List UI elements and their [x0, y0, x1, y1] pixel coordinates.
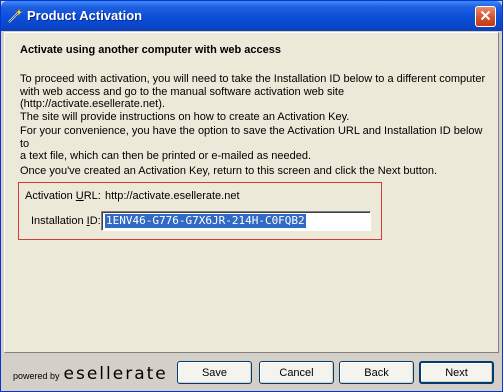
instructions-paragraph: To proceed with activation, you will nee… — [20, 73, 486, 123]
activation-panel: Activate using another computer with web… — [4, 32, 499, 353]
product-activation-window: Product Activation Activate using anothe… — [0, 0, 503, 392]
save-option-paragraph: For your convenience, you have the optio… — [20, 125, 483, 162]
esellerate-logo: esellerate — [63, 364, 168, 384]
wand-icon — [7, 8, 24, 24]
back-button[interactable]: Back — [339, 361, 414, 384]
close-icon — [480, 10, 491, 24]
brand: powered by esellerate — [13, 364, 168, 384]
activation-url-label: Activation URL: — [25, 190, 101, 202]
close-button[interactable] — [475, 6, 496, 27]
installation-id-field[interactable]: 1ENV46-G776-G7X6JR-214H-C0FQB2 — [101, 211, 371, 231]
cancel-button[interactable]: Cancel — [259, 361, 334, 384]
powered-by-label: powered by — [13, 371, 60, 381]
title-bar[interactable]: Product Activation — [1, 1, 502, 31]
next-step-paragraph: Once you've created an Activation Key, r… — [20, 165, 438, 177]
save-button[interactable]: Save — [177, 361, 252, 384]
installation-id-label: Installation ID: — [31, 215, 101, 227]
next-button[interactable]: Next — [419, 361, 494, 384]
page-title: Activate using another computer with web… — [20, 44, 282, 56]
installation-id-value: 1ENV46-G776-G7X6JR-214H-C0FQB2 — [105, 214, 306, 228]
footer-bar: powered by esellerate Save Cancel Back N… — [4, 354, 499, 390]
window-title: Product Activation — [27, 8, 143, 23]
activation-url-value: http://activate.esellerate.net — [105, 190, 240, 202]
